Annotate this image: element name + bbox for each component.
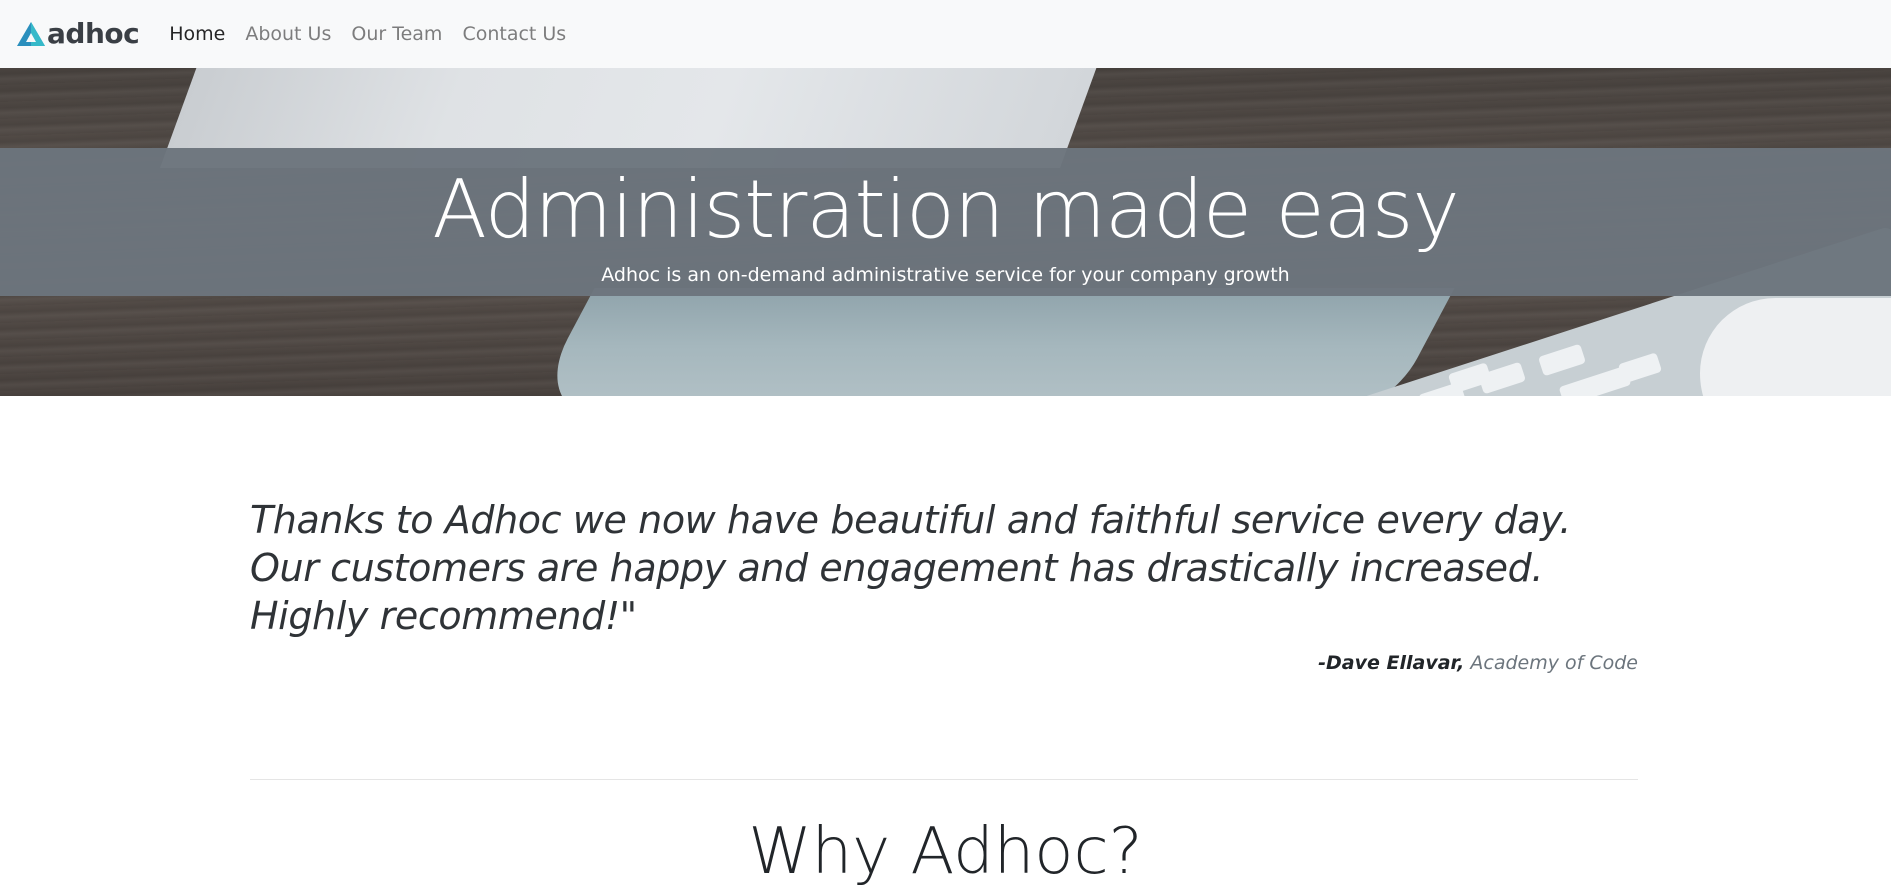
- triangle-logo-icon: [17, 22, 45, 46]
- testimonial-quote: Thanks to Adhoc we now have beautiful an…: [250, 498, 1571, 638]
- testimonial-author: -Dave Ellavar,: [1318, 652, 1465, 674]
- section-title: Why Adhoc?: [748, 815, 1143, 886]
- hero-title: Administration made easy: [432, 163, 1459, 256]
- testimonial-company: Academy of Code: [1470, 652, 1638, 674]
- nav-home-link[interactable]: Home: [169, 23, 225, 45]
- navbar: adhoc Home About Us Our Team Contact Us: [0, 0, 1891, 68]
- testimonial-attribution: -Dave Ellavar, Academy of Code: [250, 652, 1638, 674]
- hero-caption-band: Administration made easy Adhoc is an on-…: [0, 148, 1891, 296]
- nav-team-link[interactable]: Our Team: [351, 23, 442, 45]
- nav-contact-link[interactable]: Contact Us: [462, 23, 566, 45]
- nav-links: Home About Us Our Team Contact Us: [169, 23, 586, 45]
- nav-about-link[interactable]: About Us: [245, 23, 331, 45]
- hero-stand-image: [525, 288, 1455, 396]
- hero-subtitle: Adhoc is an on-demand administrative ser…: [601, 264, 1290, 286]
- brand-logo[interactable]: adhoc: [16, 17, 140, 50]
- hero-banner: Administration made easy Adhoc is an on-…: [0, 68, 1891, 396]
- hero-mouse-image: [1700, 298, 1891, 396]
- brand-name: adhoc: [47, 17, 140, 50]
- section-divider: [250, 779, 1638, 780]
